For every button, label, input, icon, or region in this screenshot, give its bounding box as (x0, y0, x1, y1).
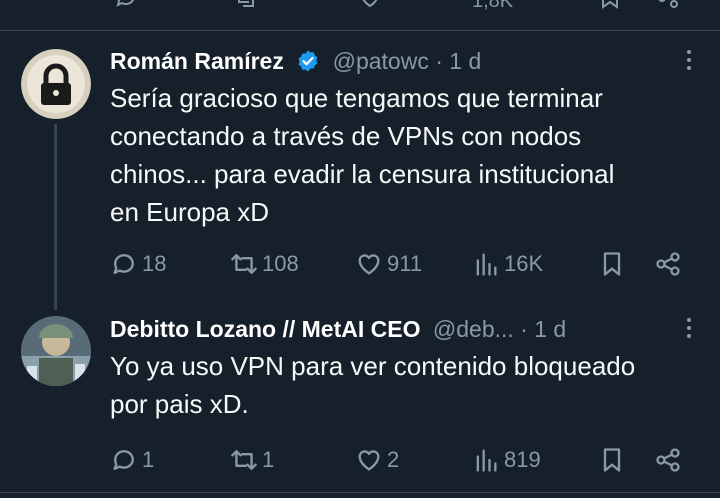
reply-icon[interactable] (114, 0, 138, 15)
tweet[interactable]: Román Ramírez @patowc · 1 d Sería gracio… (110, 44, 700, 276)
reply-icon (113, 254, 134, 274)
retweet-icon (231, 254, 257, 274)
tweet-header: Debitto Lozano // MetAI CEO @deb... · 1 … (110, 312, 700, 346)
share-icon[interactable] (656, 0, 680, 15)
tweet-actions: 18 108 911 16K (110, 244, 690, 284)
author-name[interactable]: Román Ramírez (110, 48, 284, 74)
views-count[interactable]: 1,8K (472, 0, 513, 13)
verified-badge-icon (298, 50, 318, 72)
thread-line (54, 124, 57, 310)
separator-dot: · (520, 316, 528, 342)
tweet-text: Yo ya uso VPN para ver contenido bloquea… (110, 347, 700, 423)
bookmark-button[interactable] (598, 244, 626, 284)
heart-icon (358, 450, 380, 471)
views-button[interactable]: 16K (472, 244, 543, 284)
bookmark-icon (603, 448, 621, 472)
reply-button[interactable]: 1 (110, 440, 154, 480)
separator-dot: · (435, 48, 443, 74)
views-count: 819 (504, 447, 541, 472)
divider (0, 30, 720, 31)
like-button[interactable]: 2 (355, 440, 399, 480)
views-button[interactable]: 819 (472, 440, 541, 480)
tweet-text-line: chinos... para evadir la censura institu… (110, 159, 615, 189)
more-options-icon[interactable] (686, 318, 692, 342)
tweet-text-line: conectando a través de VPNs con nodos (110, 121, 582, 151)
tweet-text-line: en Europa xD (110, 197, 269, 227)
author-handle[interactable]: @deb... (433, 316, 514, 342)
tweet[interactable]: Debitto Lozano // MetAI CEO @deb... · 1 … (110, 312, 700, 472)
heart-icon (358, 254, 380, 275)
views-icon (476, 449, 497, 472)
author-handle[interactable]: @patowc (333, 48, 429, 74)
tweet-actions: 1 1 2 819 (110, 440, 690, 480)
tweet-text: Sería gracioso que tengamos que terminar… (110, 79, 700, 231)
tweet-text-line: Yo ya uso VPN para ver contenido bloquea… (110, 351, 636, 381)
tweet-text-line: Sería gracioso que tengamos que terminar (110, 83, 603, 113)
avatar[interactable] (21, 316, 91, 386)
reply-count: 1 (142, 447, 155, 472)
tweet-header: Román Ramírez @patowc · 1 d (110, 44, 700, 78)
reply-icon (113, 450, 134, 470)
like-icon[interactable] (358, 0, 382, 15)
retweet-button[interactable]: 1 (230, 440, 274, 480)
like-count: 2 (387, 447, 400, 472)
reply-count: 18 (142, 251, 167, 276)
tweet-text-line: por pais xD. (110, 389, 249, 419)
previous-tweet-actions: 1,8K (0, 0, 720, 28)
retweet-button[interactable]: 108 (230, 244, 299, 284)
share-icon (656, 448, 680, 472)
like-button[interactable]: 911 (355, 244, 422, 284)
share-button[interactable] (654, 244, 682, 284)
timestamp[interactable]: 1 d (449, 48, 481, 74)
share-button[interactable] (654, 440, 682, 480)
retweet-count: 108 (262, 251, 299, 276)
retweet-count: 1 (262, 447, 275, 472)
bookmark-icon[interactable] (598, 0, 622, 15)
views-count: 16K (504, 251, 544, 276)
more-options-icon[interactable] (686, 50, 692, 74)
bookmark-icon (603, 252, 621, 276)
reply-button[interactable]: 18 (110, 244, 166, 284)
author-name[interactable]: Debitto Lozano // MetAI CEO (110, 316, 421, 342)
like-count: 911 (387, 251, 423, 276)
retweet-icon (231, 450, 257, 470)
retweet-icon[interactable] (234, 0, 258, 15)
avatar[interactable] (21, 49, 91, 119)
views-icon (476, 253, 497, 276)
divider (0, 492, 720, 493)
share-icon (656, 252, 680, 276)
bookmark-button[interactable] (598, 440, 626, 480)
timestamp[interactable]: 1 d (534, 316, 566, 342)
